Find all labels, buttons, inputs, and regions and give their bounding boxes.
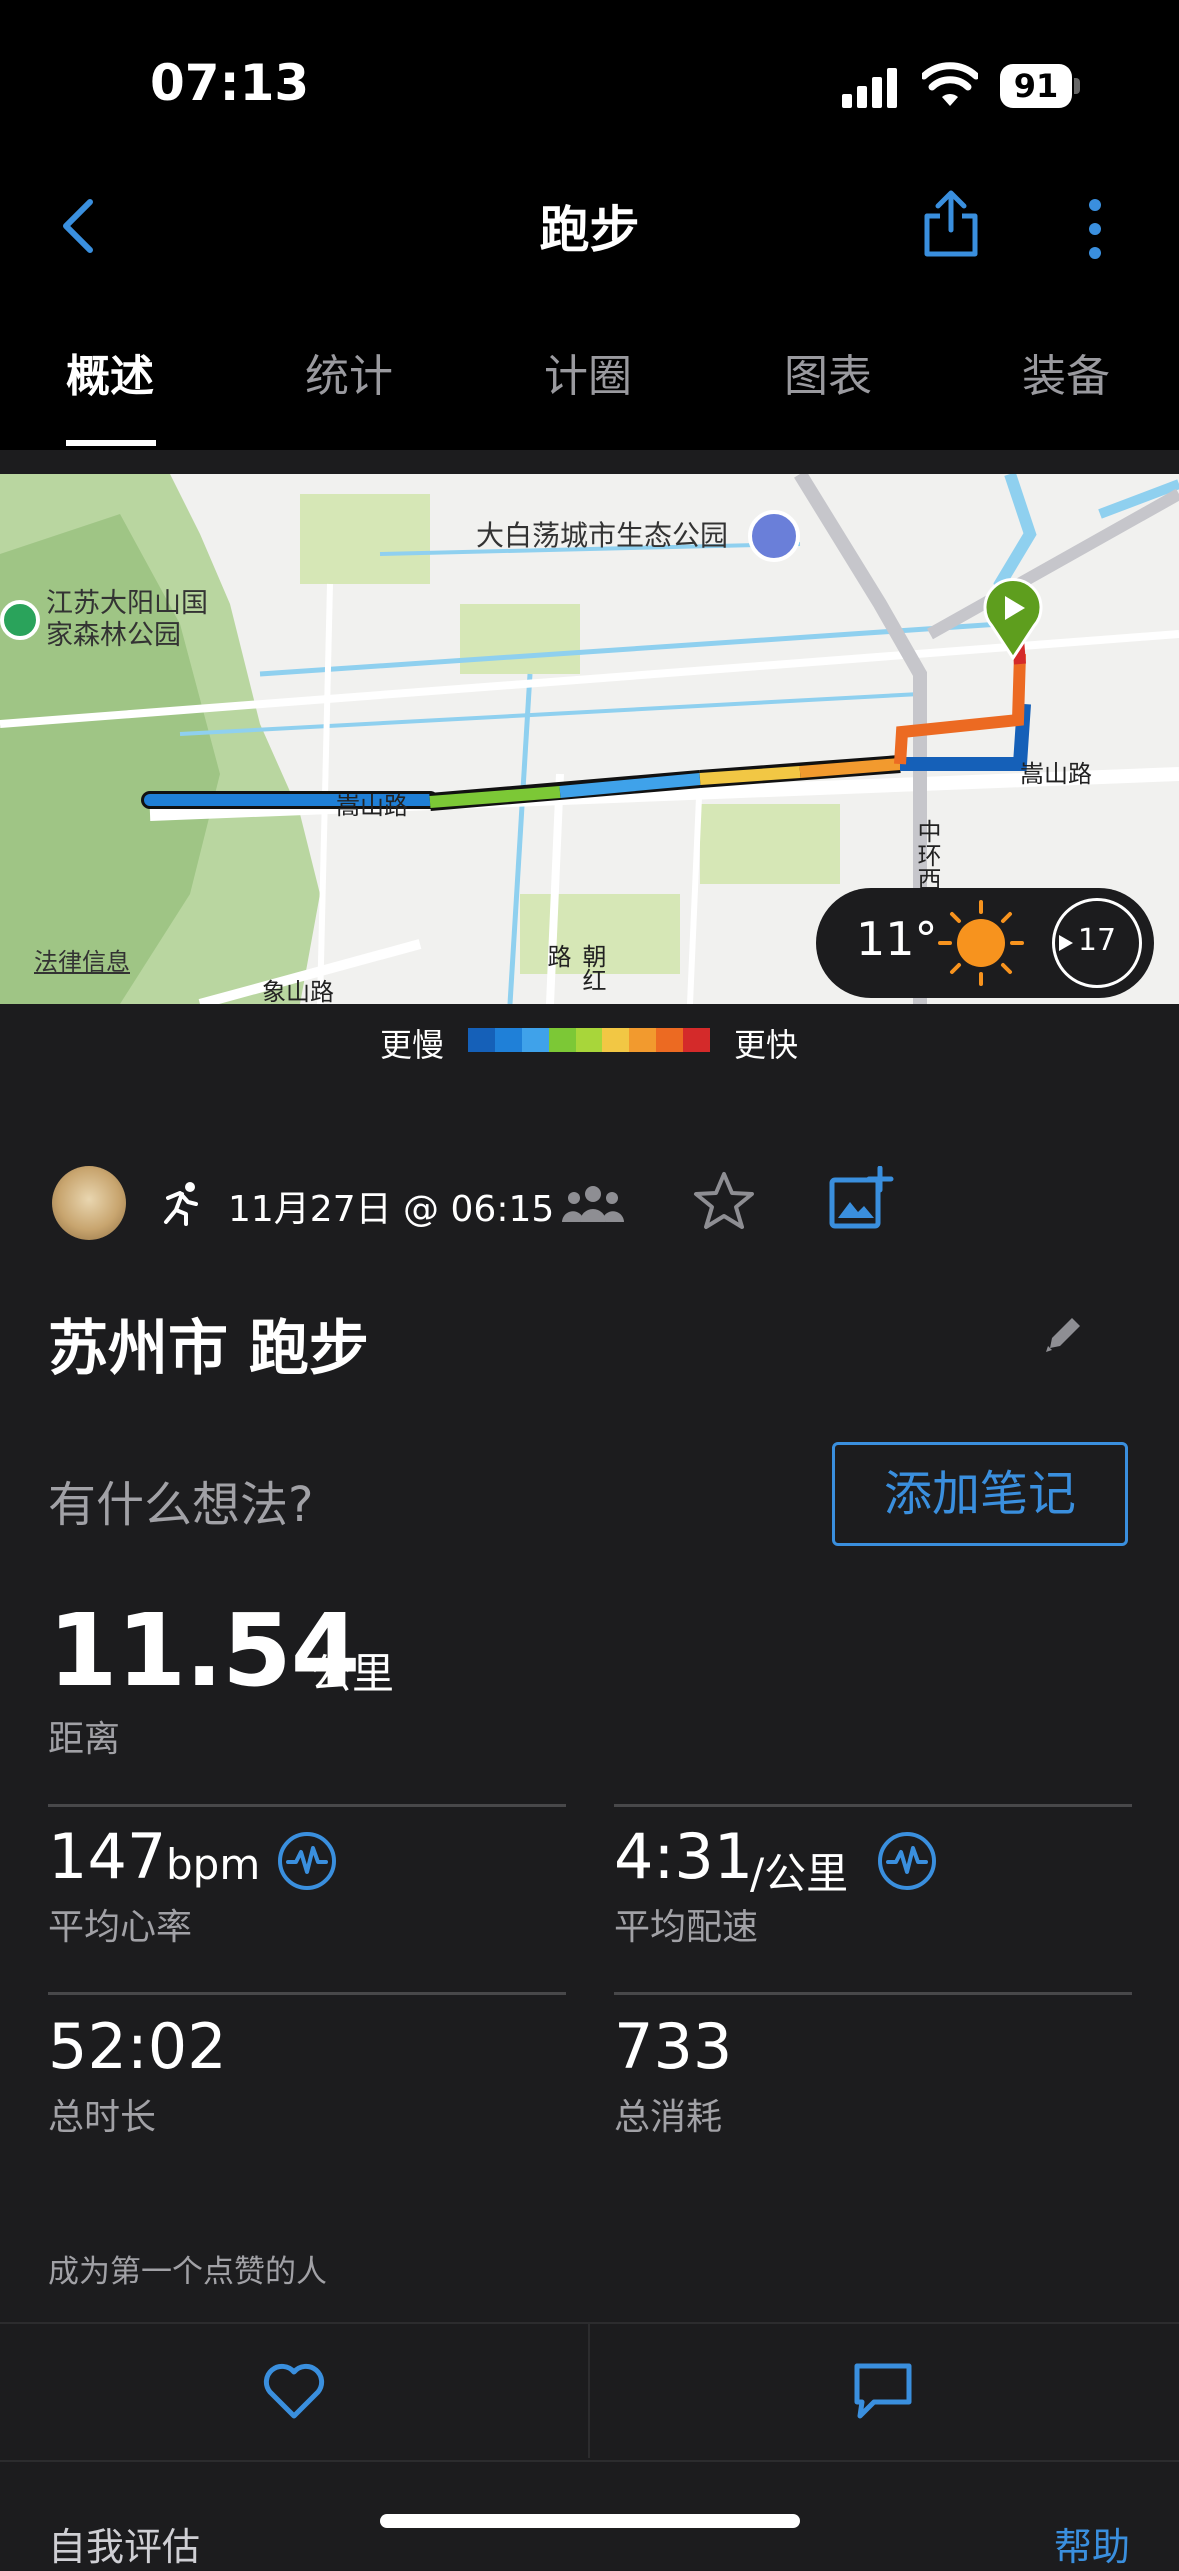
pace-value: 4:31 <box>614 1820 754 1893</box>
map-legal-link[interactable]: 法律信息 <box>34 942 130 977</box>
pace-label: 平均配速 <box>614 1907 759 1948</box>
like-heart-icon[interactable] <box>262 2362 326 2420</box>
legend-color-segment <box>656 1028 684 1052</box>
wind-direction-icon <box>1059 935 1073 951</box>
calories-value: 733 <box>614 2010 733 2083</box>
tab-overview[interactable]: 概述 <box>66 340 154 404</box>
map-label-park2-line2: 家森林公园 <box>46 620 181 651</box>
divider <box>614 1992 1132 1995</box>
legend-color-segment <box>629 1028 657 1052</box>
route-map[interactable]: 大白荡城市生态公园 江苏大阳山国 家森林公园 嵩山路 嵩山路 中环西 朝红路 象… <box>0 474 1179 1004</box>
status-time: 07:13 <box>150 54 310 112</box>
wifi-icon <box>922 62 978 106</box>
start-pin-icon <box>983 578 1043 660</box>
avatar[interactable] <box>52 1166 126 1240</box>
legend-slower: 更慢 <box>380 1026 445 1064</box>
favorite-star-icon[interactable] <box>692 1170 756 1232</box>
divider <box>48 1804 566 1807</box>
battery-indicator: 91 <box>1000 64 1072 108</box>
help-link[interactable]: 帮助 <box>1054 2516 1130 2571</box>
map-label-road3: 中环西 <box>913 819 941 891</box>
map-label-park2-line1: 江苏大阳山国 <box>46 588 208 619</box>
weather-temp: 11° <box>856 912 938 966</box>
share-icon[interactable] <box>922 188 980 258</box>
sun-icon <box>938 900 1024 986</box>
activity-title: 苏州市 跑步 <box>48 1314 369 1384</box>
self-evaluation-label: 自我评估 <box>48 2525 201 2569</box>
heart-rate-unit: bpm <box>166 1840 261 1889</box>
wind-dial: 17 <box>1052 898 1142 988</box>
heart-rate-value: 147 <box>48 1820 167 1893</box>
comment-icon[interactable] <box>852 2360 914 2420</box>
legend-color-segment <box>521 1028 549 1052</box>
heart-rate-chart-icon[interactable] <box>276 1830 338 1892</box>
museum-icon <box>748 510 800 562</box>
legend-color-segment <box>494 1028 522 1052</box>
legend-faster: 更快 <box>734 1026 799 1064</box>
park-tree-icon <box>0 600 40 640</box>
map-label-road5: 象山路 <box>262 978 334 1004</box>
duration-label: 总时长 <box>48 2097 157 2138</box>
duration-value: 52:02 <box>48 2010 227 2083</box>
page-title: 跑步 <box>539 201 640 259</box>
tab-laps[interactable]: 计圈 <box>544 340 632 404</box>
map-label-road2: 嵩山路 <box>1020 760 1092 788</box>
map-label-road1: 嵩山路 <box>336 792 408 820</box>
legend-color-segment <box>468 1028 495 1052</box>
divider <box>48 1992 566 1995</box>
pace-unit: /公里 <box>750 1849 849 1898</box>
home-indicator <box>380 2514 800 2528</box>
legend-color-segment <box>548 1028 576 1052</box>
cellular-signal-icon <box>842 68 897 108</box>
activity-date: 11月27日 @ 06:15 <box>228 1189 555 1230</box>
running-icon <box>164 1182 198 1226</box>
map-label-park2: 江苏大阳山国 家森林公园 <box>46 588 208 652</box>
more-options-icon[interactable] <box>1082 196 1108 262</box>
group-icon[interactable] <box>562 1184 624 1224</box>
pace-chart-icon[interactable] <box>876 1830 938 1892</box>
likes-text: 成为第一个点赞的人 <box>48 2254 327 2290</box>
divider <box>614 1804 1132 1807</box>
distance-unit: 公里 <box>310 1649 395 1698</box>
calories-label: 总消耗 <box>614 2097 723 2138</box>
legend-color-segment <box>575 1028 603 1052</box>
notes-prompt[interactable]: 有什么想法? <box>48 1465 313 1535</box>
tab-stats[interactable]: 统计 <box>305 340 393 404</box>
map-label-road4: 朝红路 <box>543 944 606 992</box>
legend-color-bar <box>468 1028 711 1052</box>
distance-label: 距离 <box>48 1719 121 1760</box>
legend-color-segment <box>683 1028 711 1052</box>
battery-tip <box>1074 78 1080 94</box>
active-tab-indicator <box>66 440 156 446</box>
heart-rate-label: 平均心率 <box>48 1907 193 1948</box>
map-label-park1: 大白荡城市生态公园 <box>476 519 729 552</box>
action-separator <box>588 2322 590 2458</box>
add-photo-icon[interactable] <box>828 1166 894 1230</box>
tab-charts[interactable]: 图表 <box>784 340 872 404</box>
tab-gear[interactable]: 装备 <box>1022 340 1110 404</box>
legend-color-segment <box>602 1028 630 1052</box>
edit-pencil-icon[interactable] <box>1042 1312 1086 1356</box>
weather-pill: 11° 17 <box>816 888 1154 998</box>
add-note-button[interactable]: 添加笔记 <box>832 1442 1128 1546</box>
